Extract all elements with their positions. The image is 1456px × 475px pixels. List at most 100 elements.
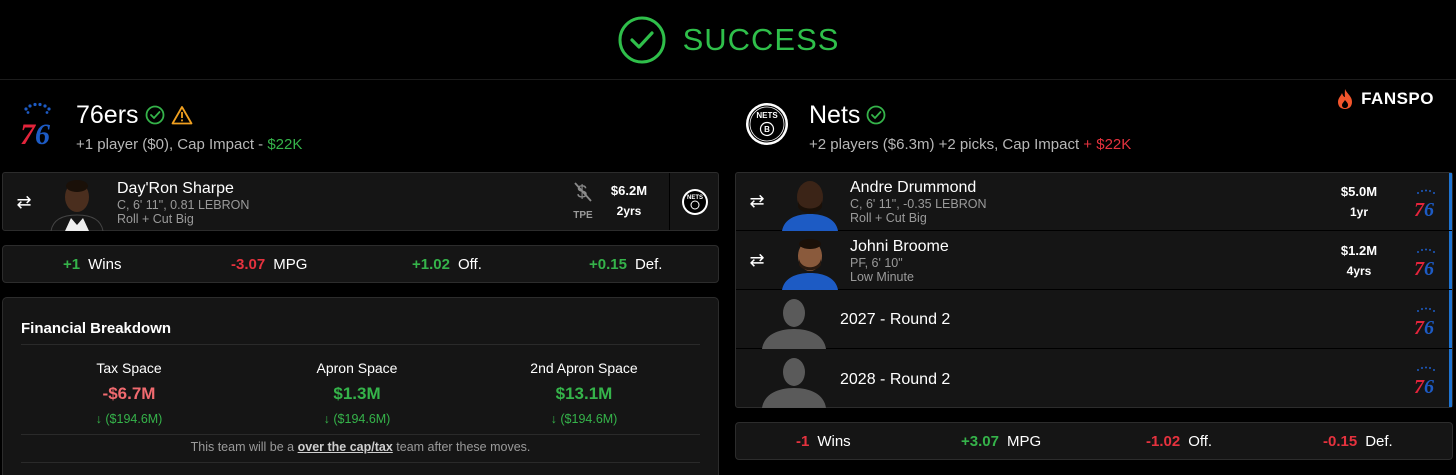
apron-space: Apron Space $1.3M ↓ ($194.6M) bbox=[257, 360, 457, 426]
warning-icon bbox=[171, 106, 192, 125]
svg-text:6: 6 bbox=[1424, 258, 1434, 277]
cap-impact: $22K bbox=[267, 136, 303, 153]
brand-name: FANSPO bbox=[1361, 89, 1434, 108]
cap-status-link[interactable]: over the cap/tax bbox=[298, 440, 393, 454]
player-row-drummond[interactable]: ⇄ Andre Drummond C, 6' 11", -0.35 LEBRON… bbox=[736, 173, 1452, 231]
stat-wins-value: +1 bbox=[63, 256, 81, 273]
tax-space: Tax Space -$6.7M ↓ ($194.6M) bbox=[29, 360, 229, 426]
svg-text:NETS: NETS bbox=[687, 195, 703, 201]
check-circle-icon bbox=[145, 105, 164, 125]
contract-years: 4yrs bbox=[1346, 264, 1372, 278]
stat-wins-label: Wins bbox=[817, 433, 851, 450]
tax-space-label: Tax Space bbox=[96, 360, 162, 376]
team-name: 76ers bbox=[76, 101, 139, 129]
nets-logo-icon[interactable]: NETS bbox=[673, 182, 717, 222]
team-header-76ers: 7 6 76ers +1 player ($0), Cap Impact - $… bbox=[14, 100, 302, 153]
team-subtitle: +2 players ($6.3m) +2 picks, Cap Impact bbox=[809, 136, 1080, 153]
stat-mpg-label: MPG bbox=[273, 256, 308, 273]
svg-text:6: 6 bbox=[1424, 317, 1434, 336]
stat-wins-label: Wins bbox=[88, 256, 122, 273]
swap-icon[interactable]: ⇄ bbox=[736, 250, 778, 271]
tax-space-value: -$6.7M bbox=[102, 384, 156, 403]
second-apron-space-value: $13.1M bbox=[555, 384, 613, 403]
svg-text:6: 6 bbox=[1424, 376, 1434, 395]
financial-breakdown-panel: Financial Breakdown Tax Space -$6.7M ↓ (… bbox=[2, 297, 719, 475]
stat-def-value: +0.15 bbox=[589, 256, 627, 273]
svg-text:NETS: NETS bbox=[756, 111, 778, 120]
apron-space-value: $1.3M bbox=[333, 384, 381, 403]
76ers-logo-icon[interactable]: 76 bbox=[1404, 303, 1448, 339]
impact-stats-76ers: +1 Wins -3.07 MPG +1.02 Off. +0.15 Def. bbox=[2, 245, 719, 283]
tpe-indicator: $ TPE bbox=[565, 181, 601, 221]
svg-text:B: B bbox=[764, 125, 770, 134]
swap-icon[interactable]: ⇄ bbox=[3, 192, 45, 213]
arrow-down-icon: ↓ bbox=[550, 412, 557, 426]
76ers-logo-icon[interactable]: 76 bbox=[1404, 244, 1448, 280]
svg-text:6: 6 bbox=[35, 118, 50, 148]
pick-label: 2027 - Round 2 bbox=[840, 311, 951, 328]
stat-wins-value: -1 bbox=[796, 433, 810, 450]
brand-logo[interactable]: FANSPO bbox=[1335, 88, 1434, 110]
stat-def-label: Def. bbox=[634, 256, 663, 273]
arrow-down-icon: ↓ bbox=[323, 412, 330, 426]
check-circle-icon bbox=[618, 16, 666, 63]
cap-impact: + $22K bbox=[1083, 136, 1132, 153]
player-row-broome[interactable]: ⇄ Johni Broome PF, 6' 10" Low Minute $1.… bbox=[736, 232, 1452, 290]
silhouette-icon bbox=[754, 291, 834, 349]
pick-label: 2028 - Round 2 bbox=[840, 370, 951, 388]
pick-row-2028[interactable]: 2028 - Round 2 76 bbox=[736, 350, 1452, 408]
stat-def-label: Def. bbox=[1365, 433, 1393, 450]
76ers-logo-icon: 7 6 bbox=[14, 100, 62, 148]
apron-space-delta: ($194.6M) bbox=[333, 412, 391, 426]
status-text: SUCCESS bbox=[682, 21, 840, 57]
stat-mpg-value: +3.07 bbox=[961, 433, 999, 450]
apron-space-label: Apron Space bbox=[316, 360, 398, 376]
player-role: Roll + Cut Big bbox=[117, 211, 194, 226]
tax-space-delta: ($194.6M) bbox=[105, 412, 163, 426]
76ers-logo-icon[interactable]: 76 bbox=[1404, 185, 1448, 221]
check-circle-icon bbox=[867, 105, 886, 125]
player-name[interactable]: Johni Broome bbox=[850, 237, 949, 256]
team-name: Nets bbox=[809, 101, 861, 129]
salary-amount: $1.2M bbox=[1340, 243, 1378, 258]
swap-icon[interactable]: ⇄ bbox=[736, 191, 778, 212]
svg-text:7: 7 bbox=[20, 118, 36, 148]
incoming-assets-nets: ⇄ Andre Drummond C, 6' 11", -0.35 LEBRON… bbox=[735, 172, 1453, 408]
team-subtitle: +1 player ($0), Cap Impact - bbox=[76, 136, 264, 153]
player-meta: C, 6' 11", 0.81 LEBRON bbox=[117, 197, 250, 212]
silhouette-icon bbox=[754, 350, 834, 408]
second-apron-space-delta: ($194.6M) bbox=[560, 412, 618, 426]
arrow-down-icon: ↓ bbox=[95, 412, 102, 426]
stat-off-label: Off. bbox=[457, 256, 482, 273]
player-role: Low Minute bbox=[850, 270, 914, 284]
76ers-logo-icon[interactable]: 76 bbox=[1404, 362, 1448, 398]
team-header-nets: NETS B Nets +2 players ($6.3m) +2 picks,… bbox=[743, 100, 1131, 153]
second-apron-space: 2nd Apron Space $13.1M ↓ ($194.6M) bbox=[484, 360, 684, 426]
svg-text:6: 6 bbox=[1424, 199, 1434, 218]
pick-row-2027[interactable]: 2027 - Round 2 76 bbox=[736, 291, 1452, 349]
player-card-sharpe[interactable]: ⇄ Day'Ron Sharpe C, 6' 11", 0.81 LEBRON … bbox=[2, 172, 719, 231]
tpe-label: TPE bbox=[573, 210, 593, 221]
salary-amount: $5.0M bbox=[1340, 184, 1378, 199]
player-name[interactable]: Andre Drummond bbox=[850, 178, 987, 197]
player-headshot bbox=[778, 173, 842, 231]
nets-logo-icon: NETS B bbox=[743, 100, 791, 148]
player-meta: PF, 6' 10" bbox=[850, 256, 903, 270]
cap-status-note: This team will be a over the cap/tax tea… bbox=[190, 440, 531, 454]
player-headshot bbox=[45, 173, 109, 231]
stat-off-value: +1.02 bbox=[412, 256, 450, 273]
stat-off-value: -1.02 bbox=[1146, 433, 1181, 450]
contract-years: 1yr bbox=[1349, 205, 1369, 219]
player-headshot bbox=[778, 232, 842, 290]
player-role: Roll + Cut Big bbox=[850, 211, 927, 225]
stat-mpg-value: -3.07 bbox=[231, 256, 266, 273]
stat-off-label: Off. bbox=[1188, 433, 1213, 450]
impact-stats-nets: -1 Wins +3.07 MPG -1.02 Off. -0.15 Def. bbox=[735, 422, 1453, 460]
flame-icon bbox=[1338, 89, 1353, 109]
player-name[interactable]: Day'Ron Sharpe bbox=[117, 179, 249, 198]
second-apron-space-label: 2nd Apron Space bbox=[530, 360, 638, 376]
financial-breakdown-title: Financial Breakdown bbox=[21, 320, 172, 337]
contract-years: 2yrs bbox=[616, 204, 642, 218]
player-meta: C, 6' 11", -0.35 LEBRON bbox=[850, 197, 987, 211]
stat-def-value: -0.15 bbox=[1323, 433, 1358, 450]
